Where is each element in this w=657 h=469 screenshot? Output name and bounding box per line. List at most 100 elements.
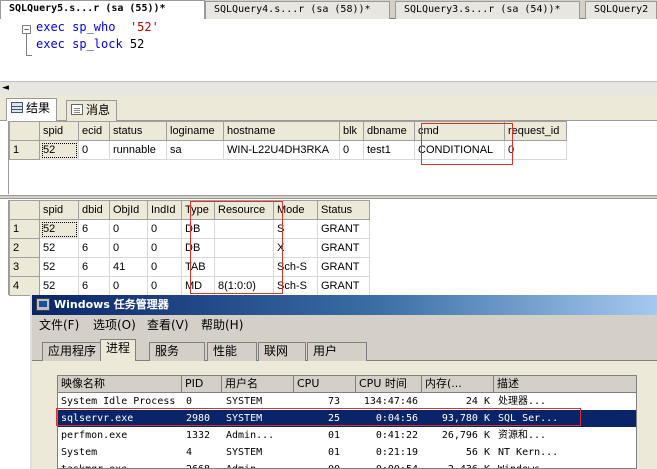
column-header-objid[interactable]: ObjId [109, 200, 148, 220]
grid-cell[interactable]: 6 [78, 238, 110, 258]
process-row[interactable]: System 4 SYSTEM 01 0:21:19 56 K NT Kern.… [58, 444, 636, 461]
column-header-cpu[interactable]: CPU [294, 376, 356, 393]
process-row[interactable]: perfmon.exe 1332 Admin... 01 0:41:22 26,… [58, 427, 636, 444]
grid-cell[interactable]: sa [166, 140, 224, 160]
grid-cell[interactable] [214, 238, 274, 258]
grid-cell[interactable]: DB [181, 219, 215, 239]
grid-cell[interactable]: 52 [39, 219, 79, 239]
process-list[interactable]: 映像名称 PID 用户名 CPU CPU 时间 内存(... 描述 System… [57, 375, 637, 469]
grid-cell[interactable]: 0 [147, 238, 182, 258]
menu-help[interactable]: 帮助(H) [201, 315, 243, 335]
grid-cell[interactable]: WIN-L22U4DH3RKA [223, 140, 340, 160]
grid-cell[interactable]: 6 [78, 257, 110, 277]
tab-sqlquery5[interactable]: SQLQuery5.s...r (sa (55))* [0, 0, 205, 19]
tab-sqlquery3[interactable]: SQLQuery3.s...r (sa (54))* [395, 1, 580, 19]
menu-view[interactable]: 查看(V) [147, 315, 189, 335]
row-number[interactable]: 1 [9, 140, 40, 160]
tab-networking[interactable]: 联网 [258, 342, 306, 361]
grid-cell[interactable]: test1 [363, 140, 415, 160]
column-header-dbid[interactable]: dbid [78, 200, 110, 220]
grid-cell[interactable]: GRANT [317, 276, 370, 296]
grid-cell[interactable]: 0 [78, 140, 110, 160]
tab-performance[interactable]: 性能 [207, 342, 257, 361]
column-header-dbname[interactable]: dbname [363, 121, 415, 141]
grid-corner[interactable] [9, 121, 40, 141]
grid-cell[interactable]: 41 [109, 257, 148, 277]
grid-cell[interactable]: 8(1:0:0) [214, 276, 274, 296]
grid-cell[interactable]: 0 [109, 219, 148, 239]
grid-cell[interactable]: TAB [181, 257, 215, 277]
column-header-spid[interactable]: spid [39, 121, 79, 141]
column-header-memory[interactable]: 内存(... [422, 376, 494, 393]
tab-sqlquery2[interactable]: SQLQuery2 [585, 1, 657, 19]
editor-horizontal-scrollbar[interactable]: ◄ [0, 81, 657, 95]
code-line-1[interactable]: exec sp_who '52' [36, 20, 159, 34]
grid-cell[interactable]: 0 [339, 140, 364, 160]
row-number[interactable]: 1 [9, 219, 40, 239]
column-header-description[interactable]: 描述 [494, 376, 636, 393]
grid-cell[interactable] [214, 257, 274, 277]
grid-cell[interactable]: Sch-S [273, 276, 318, 296]
column-header-resource[interactable]: Resource [214, 200, 274, 220]
column-header-ecid[interactable]: ecid [78, 121, 110, 141]
grid-cell[interactable]: Sch-S [273, 257, 318, 277]
grid-cell[interactable]: 0 [147, 257, 182, 277]
tab-users[interactable]: 用户 [307, 342, 367, 361]
table-row[interactable]: 3 52 6 41 0 TAB Sch-S GRANT [9, 257, 370, 277]
column-header-user-name[interactable]: 用户名 [222, 376, 294, 393]
grid-cell[interactable]: 0 [147, 219, 182, 239]
column-header-indid[interactable]: IndId [147, 200, 182, 220]
tab-messages[interactable]: 消息 [66, 100, 118, 121]
table-row[interactable]: 4 52 6 0 0 MD 8(1:0:0) Sch-S GRANT [9, 276, 370, 296]
grid-cell[interactable]: runnable [109, 140, 167, 160]
column-header-request-id[interactable]: request_id [504, 121, 567, 141]
tab-sqlquery4[interactable]: SQLQuery4.s...r (sa (58))* [205, 1, 390, 19]
column-header-cpu-time[interactable]: CPU 时间 [356, 376, 422, 393]
process-row[interactable]: taskmgr.exe 2668 Admin... 00 0:00:54 2,4… [58, 461, 636, 468]
code-line-2[interactable]: exec sp_lock 52 [36, 37, 144, 51]
grid-cell[interactable]: 52 [39, 238, 79, 258]
grid-cell[interactable]: 0 [504, 140, 567, 160]
tab-applications[interactable]: 应用程序 [42, 342, 103, 361]
column-header-cmd[interactable]: cmd [414, 121, 505, 141]
grid-cell[interactable]: DB [181, 238, 215, 258]
row-number[interactable]: 2 [9, 238, 40, 258]
grid-cell[interactable]: MD [181, 276, 215, 296]
collapse-icon[interactable]: − [22, 25, 31, 34]
table-row[interactable]: 2 52 6 0 0 DB X GRANT [9, 238, 370, 258]
grid-cell[interactable]: GRANT [317, 219, 370, 239]
grid-cell[interactable]: 0 [147, 276, 182, 296]
table-row[interactable]: 1 52 0 runnable sa WIN-L22U4DH3RKA 0 tes… [9, 140, 567, 160]
grid-cell[interactable]: 0 [109, 276, 148, 296]
column-header-status[interactable]: Status [317, 200, 370, 220]
grid-cell[interactable]: X [273, 238, 318, 258]
menu-options[interactable]: 选项(O) [93, 315, 136, 335]
column-header-mode[interactable]: Mode [273, 200, 318, 220]
grid-cell[interactable]: GRANT [317, 238, 370, 258]
grid-cell[interactable]: 6 [78, 219, 110, 239]
column-header-pid[interactable]: PID [182, 376, 222, 393]
tab-results[interactable]: 结果 [6, 98, 58, 121]
table-row[interactable]: 1 52 6 0 0 DB S GRANT [9, 219, 370, 239]
process-row[interactable]: System Idle Process 0 SYSTEM 73 134:47:4… [58, 393, 636, 410]
grid-cell[interactable]: 0 [109, 238, 148, 258]
grid-cell[interactable] [214, 219, 274, 239]
grid-corner[interactable] [9, 200, 40, 220]
task-manager-title-bar[interactable]: Windows 任务管理器 [32, 295, 657, 315]
column-header-spid[interactable]: spid [39, 200, 79, 220]
grid-cell[interactable]: 52 [39, 140, 79, 160]
grid-cell[interactable]: 52 [39, 276, 79, 296]
column-header-image-name[interactable]: 映像名称 [58, 376, 182, 393]
scroll-left-icon[interactable]: ◄ [2, 83, 9, 93]
grid-cell[interactable]: S [273, 219, 318, 239]
column-header-loginame[interactable]: loginame [166, 121, 224, 141]
grid-cell[interactable]: 52 [39, 257, 79, 277]
grid-cell[interactable]: 6 [78, 276, 110, 296]
column-header-type[interactable]: Type [181, 200, 215, 220]
query-editor[interactable]: − exec sp_who '52' exec sp_lock 52 [0, 19, 657, 81]
row-number[interactable]: 4 [9, 276, 40, 296]
process-row-selected[interactable]: sqlservr.exe 2980 SYSTEM 25 0:04:56 93,7… [58, 410, 636, 427]
grid-cell[interactable]: CONDITIONAL [414, 140, 505, 160]
results-splitter[interactable] [0, 195, 657, 199]
tab-services[interactable]: 服务 [149, 342, 205, 361]
